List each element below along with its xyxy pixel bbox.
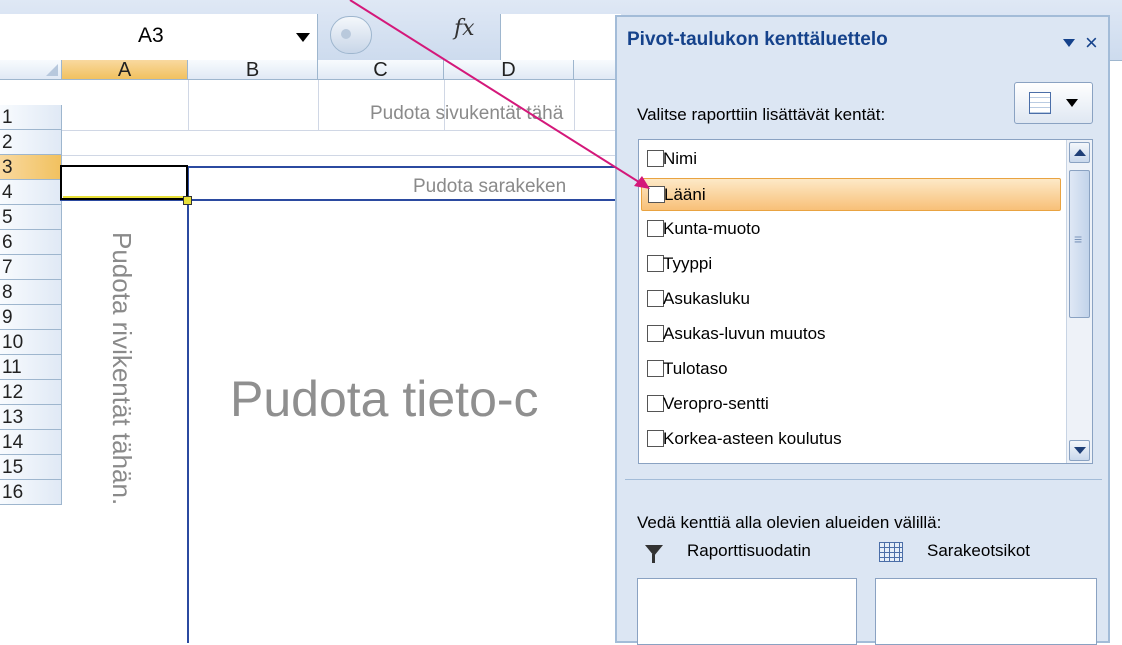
chevron-down-icon bbox=[1066, 99, 1078, 107]
gridline bbox=[62, 130, 626, 131]
field-checkbox[interactable] bbox=[647, 150, 664, 167]
scroll-thumb[interactable] bbox=[1069, 170, 1090, 318]
drop-data-fields-zone[interactable]: Pudota tieto-c bbox=[230, 370, 539, 428]
row-header-2[interactable]: 2 bbox=[0, 130, 62, 155]
pane-menu-arrow-icon[interactable] bbox=[1063, 39, 1075, 47]
pane-divider[interactable] bbox=[625, 479, 1102, 480]
field-item-veropro-sentti[interactable]: Veropro-sentti bbox=[641, 388, 1061, 421]
pivot-field-list-pane: Pivot-taulukon kenttäluettelo × Valitse … bbox=[615, 15, 1110, 645]
gridline bbox=[318, 80, 319, 130]
field-checkbox[interactable] bbox=[647, 360, 664, 377]
row-header-9[interactable]: 9 bbox=[0, 305, 62, 330]
field-checkbox[interactable] bbox=[648, 186, 665, 203]
field-label: Veropro-sentti bbox=[663, 394, 769, 413]
column-header-b[interactable]: B bbox=[188, 60, 318, 80]
name-box-value: A3 bbox=[138, 24, 164, 47]
row-header-7[interactable]: 7 bbox=[0, 255, 62, 280]
field-list[interactable]: Nimi Lääni Kunta-muoto Tyyppi Asukasluku… bbox=[638, 139, 1093, 464]
field-item-asukasluku[interactable]: Asukasluku bbox=[641, 283, 1061, 316]
row-header-16[interactable]: 16 bbox=[0, 480, 62, 505]
field-item-tulotaso[interactable]: Tulotaso bbox=[641, 353, 1061, 386]
row-header-5[interactable]: 5 bbox=[0, 205, 62, 230]
pane-title: Pivot-taulukon kenttäluettelo bbox=[627, 29, 888, 50]
field-item-korkea-asteen-koulutus[interactable]: Korkea-asteen koulutus bbox=[641, 423, 1061, 456]
row-header-14[interactable]: 14 bbox=[0, 430, 62, 455]
fill-handle[interactable] bbox=[183, 196, 192, 205]
name-box[interactable]: A3 bbox=[0, 14, 318, 60]
field-checkbox[interactable] bbox=[647, 255, 664, 272]
field-item-asukas-luvun-muutos[interactable]: Asukas-luvun muutos bbox=[641, 318, 1061, 351]
column-headers-label: Sarakeotsikot bbox=[927, 541, 1030, 560]
column-headers-area[interactable] bbox=[875, 578, 1097, 645]
field-label: Nimi bbox=[663, 149, 697, 168]
field-checkbox[interactable] bbox=[647, 430, 664, 447]
field-label: Asukasluku bbox=[663, 289, 750, 308]
row-header-15[interactable]: 15 bbox=[0, 455, 62, 480]
field-item-nimi[interactable]: Nimi bbox=[641, 143, 1061, 176]
drag-areas-label: Vedä kenttiä alla olevien alueiden välil… bbox=[637, 513, 942, 532]
column-header-a[interactable]: A bbox=[62, 60, 188, 80]
field-label: Tyyppi bbox=[663, 254, 713, 273]
field-item-tyyppi[interactable]: Tyyppi bbox=[641, 248, 1061, 281]
fields-label: Valitse raporttiin lisättävät kentät: bbox=[637, 105, 886, 124]
row-header-12[interactable]: 12 bbox=[0, 380, 62, 405]
gridline bbox=[188, 80, 189, 130]
formula-fx-icon[interactable]: fx bbox=[454, 16, 475, 41]
filter-icon bbox=[645, 545, 663, 563]
column-header-c[interactable]: C bbox=[318, 60, 444, 80]
row-header-1[interactable]: 1 bbox=[0, 105, 62, 130]
drop-page-fields-zone[interactable]: Pudota sivukentät tähä bbox=[370, 103, 563, 125]
field-checkbox[interactable] bbox=[647, 290, 664, 307]
pivot-frame-line bbox=[187, 166, 189, 643]
report-filter-label: Raporttisuodatin bbox=[687, 541, 811, 560]
gridline bbox=[62, 155, 626, 156]
field-list-scrollbar[interactable] bbox=[1066, 140, 1092, 463]
field-layout-button[interactable] bbox=[1014, 82, 1093, 124]
row-header-6[interactable]: 6 bbox=[0, 230, 62, 255]
field-item-kunta-muoto[interactable]: Kunta-muoto bbox=[641, 213, 1061, 246]
drop-row-fields-zone[interactable]: Pudota rivikentät tähän. bbox=[106, 232, 137, 505]
field-label: Kunta-muoto bbox=[663, 219, 761, 238]
field-checkbox[interactable] bbox=[647, 325, 664, 342]
column-header-d[interactable]: D bbox=[444, 60, 574, 80]
scroll-up-icon[interactable] bbox=[1069, 142, 1090, 163]
pivot-frame-line bbox=[188, 166, 626, 168]
worksheet-grid[interactable]: A B C D 1 2 3 4 5 6 7 8 9 10 11 12 13 14… bbox=[0, 60, 626, 643]
field-item-laani[interactable]: Lääni bbox=[641, 178, 1061, 211]
field-layout-icon bbox=[1029, 92, 1051, 114]
row-header-11[interactable]: 11 bbox=[0, 355, 62, 380]
report-filter-area[interactable] bbox=[637, 578, 857, 645]
field-label: Asukas-luvun muutos bbox=[663, 324, 826, 343]
chevron-down-icon[interactable] bbox=[296, 33, 310, 42]
row-header-8[interactable]: 8 bbox=[0, 280, 62, 305]
field-checkbox[interactable] bbox=[647, 395, 664, 412]
row-header-13[interactable]: 13 bbox=[0, 405, 62, 430]
formula-input[interactable] bbox=[500, 14, 621, 60]
field-checkbox[interactable] bbox=[647, 220, 664, 237]
select-all-corner[interactable] bbox=[0, 60, 62, 80]
row-header-4[interactable]: 4 bbox=[0, 180, 62, 205]
field-label: Lääni bbox=[664, 185, 706, 204]
formula-bar-resize-handle[interactable] bbox=[330, 16, 372, 54]
gridline bbox=[574, 80, 575, 130]
field-label: Korkea-asteen koulutus bbox=[663, 429, 842, 448]
field-label: Tulotaso bbox=[663, 359, 728, 378]
row-header-3[interactable]: 3 bbox=[0, 155, 62, 180]
scroll-down-icon[interactable] bbox=[1069, 440, 1090, 461]
close-icon[interactable]: × bbox=[1085, 30, 1098, 56]
row-header-10[interactable]: 10 bbox=[0, 330, 62, 355]
drop-column-fields-zone[interactable]: Pudota sarakeken bbox=[413, 176, 566, 198]
active-cell-a3[interactable] bbox=[60, 165, 188, 200]
column-headers-icon bbox=[879, 542, 903, 562]
